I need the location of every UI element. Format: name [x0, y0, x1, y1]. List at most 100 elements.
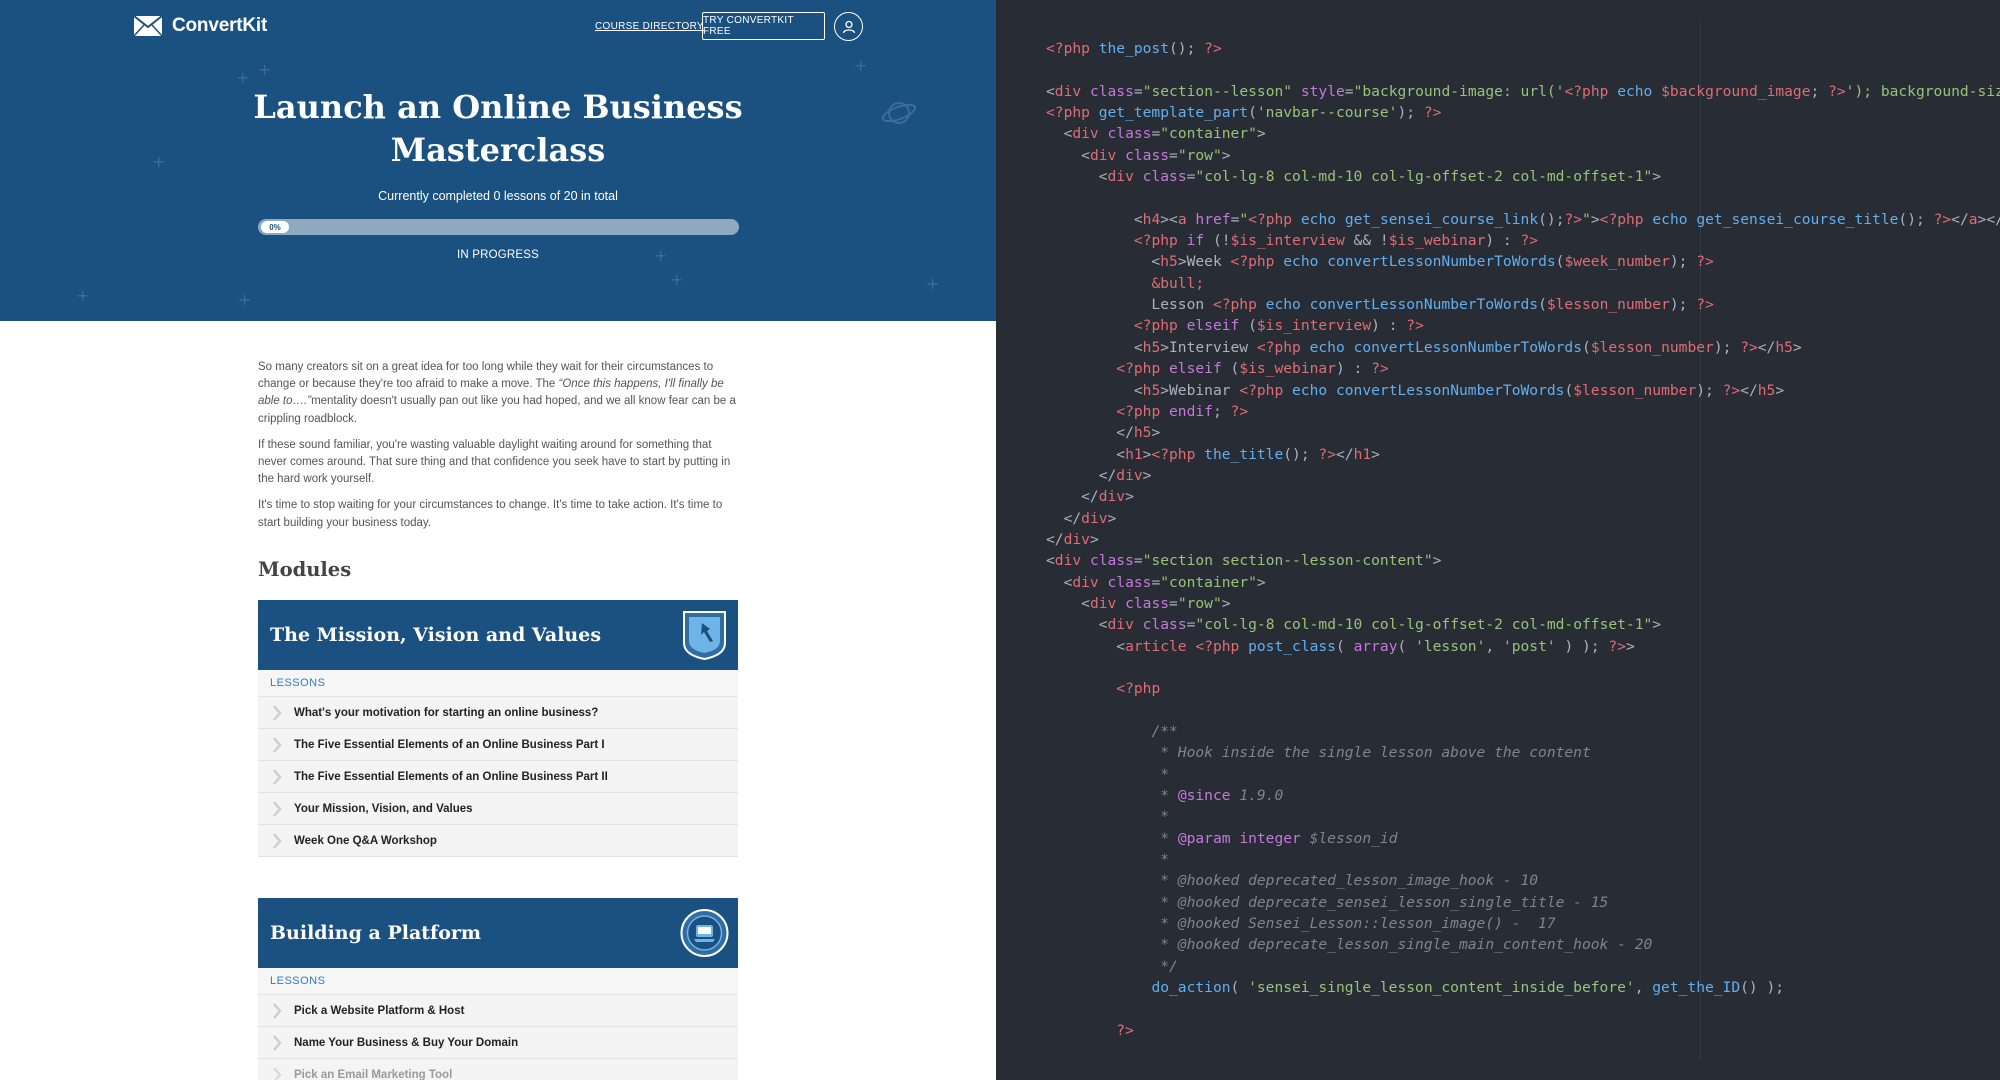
code-token: =	[1169, 594, 1178, 612]
code-token: 'sensei_single_lesson_content_inside_bef…	[1248, 979, 1635, 997]
intro-paragraph: It's time to stop waiting for your circu…	[258, 499, 723, 529]
code-token: >	[1151, 424, 1161, 442]
code-token: *	[1160, 829, 1178, 847]
lesson-item[interactable]: The Five Essential Elements of an Online…	[258, 761, 738, 793]
modules-heading: Modules	[258, 558, 352, 581]
module-header[interactable]: The Mission, Vision and Values	[258, 600, 738, 670]
code-editor[interactable]: <?php the_post(); ?> <div class="section…	[996, 0, 2000, 1080]
lesson-item[interactable]: The Five Essential Elements of an Online…	[258, 729, 738, 761]
code-token: h5	[1142, 381, 1161, 399]
code-token: "	[1239, 210, 1249, 228]
code-token: * Hook inside the single lesson above th…	[1160, 744, 1591, 762]
code-token: article	[1125, 637, 1187, 655]
code-token: $lesson_number	[1590, 338, 1714, 356]
try-convertkit-button[interactable]: TRY CONVERTKIT FREE	[702, 12, 825, 40]
code-token: class	[1142, 616, 1187, 634]
progress-percent-label: 0%	[261, 221, 289, 233]
code-token: h4	[1142, 210, 1161, 228]
code-token: "row"	[1177, 594, 1222, 612]
code-token: a	[1968, 210, 1978, 228]
chevron-right-icon	[273, 832, 282, 849]
code-token: >	[1652, 616, 1662, 634]
lesson-item[interactable]: Pick an Email Marketing Tool	[258, 1059, 738, 1080]
course-directory-link[interactable]: COURSE DIRECTORY	[595, 21, 704, 32]
code-token: "row"	[1177, 146, 1222, 164]
code-token: href	[1195, 210, 1231, 228]
code-token: a	[1177, 210, 1187, 228]
star-decoration: +	[238, 290, 252, 309]
code-token: <	[1046, 552, 1055, 570]
code-token: </	[1335, 445, 1354, 463]
star-decoration: +	[76, 286, 90, 305]
code-token: div	[1089, 146, 1117, 164]
code-token: <	[1046, 210, 1143, 228]
code-token: <	[1046, 594, 1090, 612]
code-token: * @hooked deprecate_lesson_single_main_c…	[1160, 936, 1653, 954]
code-token: (	[1248, 104, 1257, 122]
code-line: */	[1046, 956, 2000, 977]
code-token: h1	[1353, 445, 1372, 463]
star-decoration: +	[258, 60, 272, 79]
code-line: <?php elseif ($is_interview) : ?>	[1046, 315, 2000, 336]
code-token: the_post	[1098, 40, 1170, 57]
code-token: echo	[1292, 381, 1328, 399]
code-line: </h5>	[1046, 422, 2000, 443]
code-token: h5	[1142, 338, 1161, 356]
code-token: <?php	[1116, 680, 1161, 698]
code-token: $is_webinar	[1239, 360, 1336, 378]
chevron-right-icon	[273, 800, 282, 817]
lesson-item[interactable]: Week One Q&A Workshop	[258, 825, 738, 857]
code-token: ?>	[1230, 402, 1249, 420]
code-token: div	[1072, 125, 1099, 143]
code-token: div	[1054, 552, 1082, 570]
code-token: h5	[1133, 424, 1152, 442]
code-line: do_action( 'sensei_single_lesson_content…	[1046, 977, 2000, 998]
code-token: get_template_part	[1098, 104, 1249, 122]
code-token: div	[1072, 573, 1099, 591]
chevron-right-icon	[273, 1066, 282, 1080]
code-token: >Interview	[1160, 338, 1257, 356]
code-token: );	[1669, 253, 1697, 271]
lesson-item[interactable]: Name Your Business & Buy Your Domain	[258, 1027, 738, 1059]
module-header[interactable]: Building a Platform	[258, 898, 738, 968]
module-card: Building a Platform LESSONS Pick a Websi…	[258, 898, 738, 1080]
code-token: ();	[1898, 210, 1934, 228]
code-token: echo	[1300, 210, 1337, 228]
lesson-item[interactable]: What's your motivation for starting an o…	[258, 697, 738, 729]
brand-logo[interactable]: ConvertKit	[133, 15, 267, 37]
lesson-title: What's your motivation for starting an o…	[294, 706, 599, 719]
platform-badge-icon	[680, 909, 729, 957]
code-token: >	[1256, 125, 1266, 143]
code-token: $background_image	[1661, 82, 1811, 100]
code-token: ) );	[1555, 637, 1609, 655]
code-token: echo	[1309, 338, 1345, 356]
code-line: * @hooked deprecate_lesson_single_main_c…	[1046, 934, 2000, 955]
code-token: >	[1125, 488, 1134, 506]
code-token: (	[1239, 317, 1257, 335]
code-token: *	[1160, 765, 1170, 783]
code-token: ) :	[1371, 317, 1407, 335]
code-line: * @hooked deprecated_lesson_image_hook -…	[1046, 870, 2000, 891]
code-token: <	[1046, 253, 1161, 271]
account-button[interactable]	[834, 12, 863, 41]
mission-badge-icon	[683, 611, 726, 661]
star-decoration: +	[854, 56, 868, 75]
code-token: (	[1221, 360, 1240, 378]
lesson-item[interactable]: Your Mission, Vision, and Values	[258, 793, 738, 825]
code-token: h5	[1757, 381, 1776, 399]
code-token: ();	[1169, 40, 1205, 57]
code-token: echo	[1265, 296, 1301, 314]
code-token: div	[1081, 509, 1108, 527]
code-token: $lesson_number	[1546, 296, 1670, 314]
lesson-item[interactable]: Pick a Website Platform & Host	[258, 995, 738, 1027]
lesson-title: Your Mission, Vision, and Values	[294, 802, 473, 815]
